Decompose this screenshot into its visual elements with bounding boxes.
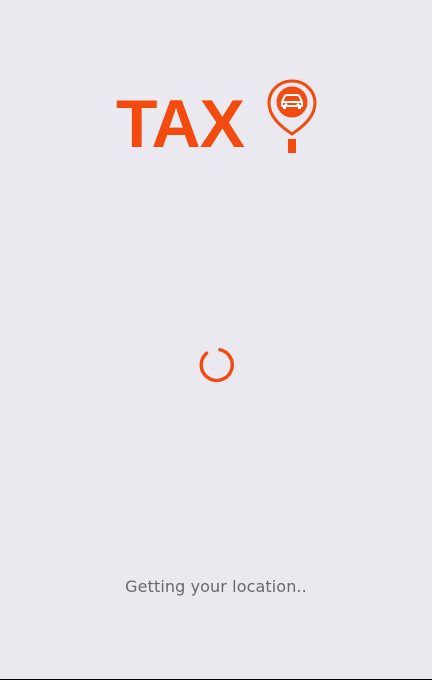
loading-spinner-icon xyxy=(198,346,236,384)
logo-text: TAX xyxy=(116,86,245,162)
taxi-location-pin-icon xyxy=(266,78,318,156)
taxi-logo: TAX xyxy=(116,78,320,162)
location-status-text: Getting your location.. xyxy=(125,577,307,596)
